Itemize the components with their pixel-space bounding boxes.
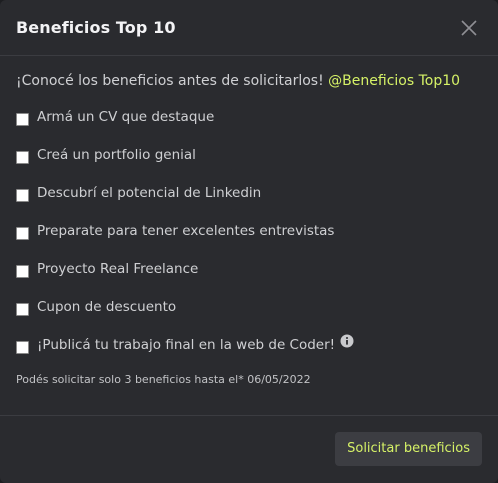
option-label: Preparate para tener excelentes entrevis… bbox=[37, 223, 335, 239]
option-label-text: ¡Publicá tu trabajo final en la web de C… bbox=[37, 337, 336, 353]
option-portfolio[interactable]: Creá un portfolio genial bbox=[16, 146, 482, 184]
modal-header: Beneficios Top 10 bbox=[0, 0, 498, 56]
benefits-link[interactable]: @Beneficios Top10 bbox=[328, 73, 460, 89]
option-publish[interactable]: ¡Publicá tu trabajo final en la web de C… bbox=[16, 334, 482, 374]
option-label: Creá un portfolio genial bbox=[37, 147, 196, 163]
submit-benefits-button[interactable]: Solicitar beneficios bbox=[335, 432, 482, 466]
checkbox[interactable] bbox=[16, 265, 29, 278]
checkbox[interactable] bbox=[16, 303, 29, 316]
intro-message: ¡Conocé los beneficios antes de solicita… bbox=[16, 73, 329, 89]
benefits-modal: Beneficios Top 10 ¡Conocé los beneficios… bbox=[0, 0, 498, 483]
intro-text: ¡Conocé los beneficios antes de solicita… bbox=[16, 72, 482, 90]
option-linkedin[interactable]: Descubrí el potencial de Linkedin bbox=[16, 184, 482, 222]
option-label: Descubrí el potencial de Linkedin bbox=[37, 185, 262, 201]
option-label: Armá un CV que destaque bbox=[37, 109, 215, 125]
option-label: Proyecto Real Freelance bbox=[37, 261, 199, 277]
option-coupon[interactable]: Cupon de descuento bbox=[16, 298, 482, 336]
option-freelance[interactable]: Proyecto Real Freelance bbox=[16, 260, 482, 298]
option-cv[interactable]: Armá un CV que destaque bbox=[16, 108, 482, 146]
limit-note: Podés solicitar solo 3 beneficios hasta … bbox=[16, 373, 311, 386]
checkbox[interactable] bbox=[16, 113, 29, 126]
checkbox[interactable] bbox=[16, 151, 29, 164]
checkbox[interactable] bbox=[16, 189, 29, 202]
checkbox[interactable] bbox=[16, 227, 29, 240]
info-icon[interactable] bbox=[340, 334, 354, 353]
close-icon[interactable] bbox=[458, 17, 480, 39]
option-label: ¡Publicá tu trabajo final en la web de C… bbox=[37, 334, 354, 354]
modal-body: ¡Conocé los beneficios antes de solicita… bbox=[0, 56, 498, 386]
option-interviews[interactable]: Preparate para tener excelentes entrevis… bbox=[16, 222, 482, 260]
benefit-options: Armá un CV que destaque Creá un portfoli… bbox=[16, 108, 482, 374]
modal-title: Beneficios Top 10 bbox=[16, 18, 176, 37]
checkbox[interactable] bbox=[16, 341, 29, 354]
option-label: Cupon de descuento bbox=[37, 299, 177, 315]
modal-footer: Solicitar beneficios bbox=[0, 415, 498, 483]
